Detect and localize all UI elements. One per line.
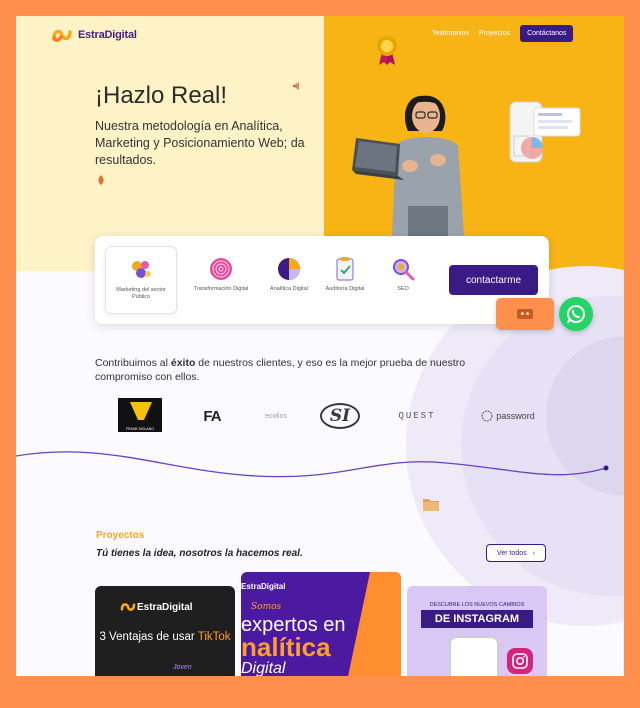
projects-title: Tú tienes la idea, nosotros la hacemos r… xyxy=(96,548,303,559)
service-label: SEO xyxy=(397,286,409,292)
see-all-button[interactable]: Ver todos › xyxy=(486,544,546,562)
project-card-headline: 3 Ventajas de usar TikTok xyxy=(99,631,231,643)
brand-logo[interactable]: EstraDigital xyxy=(50,26,137,44)
project-card-instagram[interactable]: DESCUBRE LOS NUEVOS CAMBIOS DE INSTAGRAM xyxy=(407,586,547,676)
project-card-headline: expertos en nalítica Digital xyxy=(241,614,346,676)
service-transformacion-digital[interactable]: Transformación Digital xyxy=(185,246,257,314)
person-with-laptop-illustration xyxy=(352,95,464,256)
megaphone-icon xyxy=(132,261,151,278)
clients-text: Contribuimos al éxito de nuestros client… xyxy=(95,357,466,383)
magnifier-icon xyxy=(393,259,415,281)
promo-badge[interactable]: ★ ★ xyxy=(496,298,554,330)
top-nav: Testimonios Proyectos Contáctanos xyxy=(432,25,574,42)
svg-text:FRANK MOLANO: FRANK MOLANO xyxy=(126,427,154,431)
password-logo-icon xyxy=(481,410,493,422)
whatsapp-icon xyxy=(567,305,585,324)
service-marketing-sector-publico[interactable]: Marketing del sector Público xyxy=(105,246,177,314)
hero-subtitle: Nuestra metodología en Analítica, Market… xyxy=(95,119,305,167)
client-logo-ecolins: ecolins xyxy=(265,412,287,420)
project-card-headline: DE INSTAGRAM xyxy=(421,610,533,628)
megaphone-icon xyxy=(293,82,299,90)
clients-text-bold: éxito xyxy=(170,357,196,369)
pie-chart-icon xyxy=(278,258,300,280)
project-card-kicker: DESCUBRE LOS NUEVOS CAMBIOS xyxy=(429,602,525,608)
pointer-icon xyxy=(98,175,104,185)
client-logo-frank-molano: FRANK MOLANO xyxy=(116,396,164,436)
nav-link-proyectos[interactable]: Proyectos xyxy=(479,30,510,37)
client-logo-fa: FA xyxy=(203,407,221,425)
phone-dashboard-illustration xyxy=(509,101,581,163)
project-card-tiktok[interactable]: EstraDigital 3 Ventajas de usar TikTok J… xyxy=(95,586,235,676)
nav-link-testimonios[interactable]: Testimonios xyxy=(432,30,469,37)
folder-icon xyxy=(423,499,439,511)
contact-button[interactable]: Contáctanos xyxy=(520,25,574,42)
instagram-icon xyxy=(507,648,533,674)
page-frame: EstraDigital Testimonios Proyectos Contá… xyxy=(16,16,624,676)
service-seo[interactable]: SEO xyxy=(367,246,439,314)
award-ribbon-icon xyxy=(377,36,397,65)
fingerprint-icon xyxy=(210,258,232,280)
promo-logo-icon: ★ ★ xyxy=(517,309,533,319)
chevron-right-icon: › xyxy=(532,549,535,557)
checklist-icon xyxy=(336,257,354,281)
project-card-brand: EstraDigital xyxy=(241,582,286,591)
infinity-logo-icon xyxy=(52,29,72,42)
phone-illustration xyxy=(449,636,499,676)
hero-title: ¡Hazlo Real! xyxy=(95,82,228,109)
service-label: Marketing del sector Público xyxy=(116,287,166,300)
infinity-logo-icon xyxy=(120,603,136,611)
projects-kicker: Proyectos xyxy=(96,530,145,541)
see-all-label: Ver todos xyxy=(497,549,527,557)
project-card-accent-shape xyxy=(346,572,401,676)
project-card-brand: EstraDigital xyxy=(137,602,193,613)
client-logo-si: SI xyxy=(318,396,362,436)
service-label: Transformación Digital xyxy=(193,286,249,292)
project-card-kicker: Somos xyxy=(251,602,282,612)
services-card: Marketing del sector Público Transformac… xyxy=(95,236,549,324)
client-logos: FRANK MOLANO FA ecolins SI QUEST passwor… xyxy=(116,396,556,436)
project-card-analitica[interactable]: EstraDigital Somos expertos en nalítica … xyxy=(241,572,401,676)
contactarme-button[interactable]: contactarme xyxy=(449,265,538,295)
client-logo-quest: QUEST xyxy=(398,411,436,421)
brand-name: EstraDigital xyxy=(78,29,137,41)
project-card-tag: Joven xyxy=(173,664,192,671)
client-logo-password: password xyxy=(468,396,548,436)
decorative-wave-line xyxy=(16,451,609,478)
whatsapp-button[interactable] xyxy=(559,297,593,331)
